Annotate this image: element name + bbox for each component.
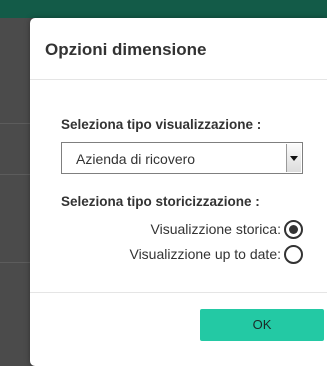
- dimension-options-dialog: Opzioni dimensione Seleziona tipo visual…: [30, 18, 327, 366]
- app-top-bar: [0, 0, 327, 18]
- visualization-type-selected-value: Azienda di ricovero: [76, 151, 196, 167]
- radio-option-historical[interactable]: Visualizzione storica:: [151, 217, 303, 241]
- history-type-label: Seleziona tipo storicizzazione :: [61, 194, 260, 209]
- radio-unchecked-icon[interactable]: [284, 244, 303, 264]
- dialog-header: Opzioni dimensione: [30, 18, 327, 80]
- radio-checked-icon[interactable]: [284, 219, 303, 239]
- radio-label-historical: Visualizzione storica:: [150, 221, 281, 237]
- visualization-type-label: Seleziona tipo visualizzazione :: [61, 117, 262, 132]
- dialog-footer: OK: [30, 292, 327, 366]
- dialog-body: Seleziona tipo visualizzazione : Azienda…: [30, 80, 327, 292]
- backdrop-divider: [0, 262, 30, 263]
- ok-button[interactable]: OK: [200, 309, 324, 341]
- backdrop-divider: [0, 123, 30, 124]
- radio-option-up-to-date[interactable]: Visualizzione up to date:: [129, 242, 303, 266]
- chevron-down-icon[interactable]: [286, 144, 301, 172]
- dialog-title: Opzioni dimensione: [45, 40, 207, 59]
- visualization-type-select[interactable]: Azienda di ricovero: [61, 142, 303, 174]
- radio-label-up-to-date: Visualizzione up to date:: [129, 246, 281, 262]
- backdrop-divider: [0, 174, 30, 175]
